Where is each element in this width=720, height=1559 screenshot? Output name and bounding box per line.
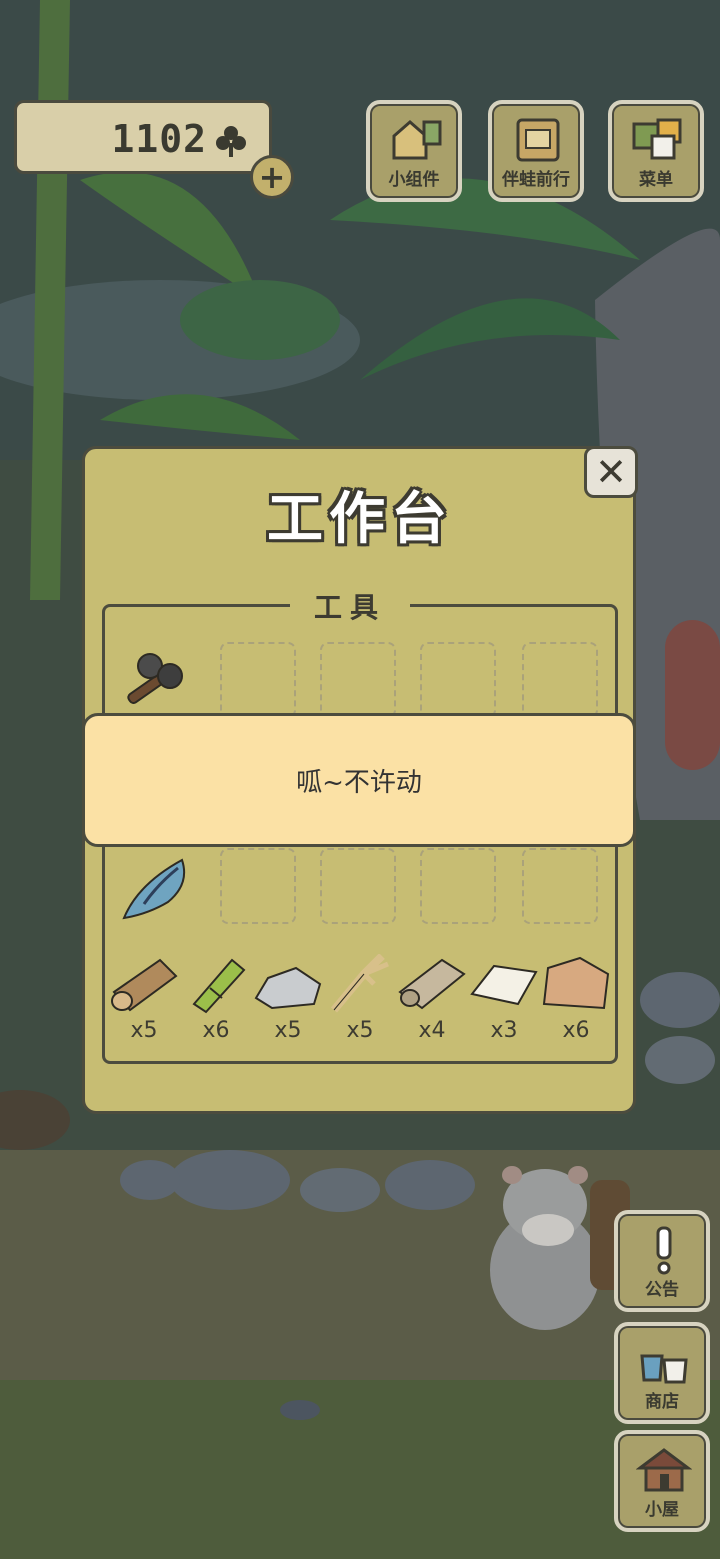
clay-icon — [542, 956, 610, 1010]
close-button[interactable]: ✕ — [584, 446, 638, 498]
widget-button[interactable]: 小组件 — [366, 100, 462, 202]
widget-icon — [392, 120, 442, 160]
wood-log-icon — [111, 958, 178, 1012]
house-button-label: 小屋 — [645, 1500, 679, 1520]
tool-slot[interactable] — [522, 642, 598, 718]
material-straw[interactable]: x5 — [324, 954, 396, 1043]
add-clover-button[interactable]: + — [250, 155, 294, 199]
stone-icon — [254, 966, 322, 1010]
material-wood-log[interactable]: x5 — [108, 954, 180, 1043]
material-count: x4 — [418, 1018, 446, 1043]
toast-text: 呱~不许动 — [296, 767, 422, 798]
announcement-button[interactable]: 公告 — [614, 1210, 710, 1312]
clover-currency-display: 1102 — [14, 100, 272, 174]
menu-button[interactable]: 菜单 — [608, 100, 704, 202]
material-count: x6 — [562, 1018, 590, 1043]
material-count: x5 — [346, 1018, 374, 1043]
widget-button-label: 小组件 — [388, 170, 440, 190]
shop-bags-icon — [640, 1354, 688, 1384]
shop-button[interactable]: 商店 — [614, 1322, 710, 1424]
toast-message: 呱~不许动 — [82, 713, 636, 847]
conch-shell-icon[interactable] — [118, 854, 194, 924]
menu-icon — [632, 118, 682, 160]
material-count: x3 — [490, 1018, 518, 1043]
house-button[interactable]: 小屋 — [614, 1430, 710, 1532]
material-cloth[interactable]: x4 — [396, 954, 468, 1043]
stone-axe-icon[interactable] — [118, 648, 194, 716]
shop-button-label: 商店 — [645, 1392, 679, 1412]
tool-slot[interactable] — [420, 848, 496, 924]
tools-section-label: 工具 — [290, 586, 410, 626]
material-clay[interactable]: x6 — [540, 954, 612, 1043]
material-count: x6 — [202, 1018, 230, 1043]
straw-icon — [330, 954, 389, 1013]
bamboo-icon — [192, 958, 246, 1014]
exclamation-icon — [656, 1226, 672, 1275]
journal-icon — [516, 118, 560, 162]
tool-slot[interactable] — [220, 642, 296, 718]
journey-button[interactable]: 伴蛙前行 — [488, 100, 584, 202]
material-count: x5 — [130, 1018, 158, 1043]
material-paper[interactable]: x3 — [468, 954, 540, 1043]
plus-icon: + — [258, 158, 286, 196]
clover-count: 1102 — [111, 117, 207, 161]
tool-slot[interactable] — [320, 848, 396, 924]
tool-slot[interactable] — [522, 848, 598, 924]
paper-icon — [470, 964, 538, 1006]
material-bamboo[interactable]: x6 — [180, 954, 252, 1043]
cloth-icon — [398, 958, 466, 1010]
tool-slot[interactable] — [420, 642, 496, 718]
tool-slot[interactable] — [320, 642, 396, 718]
close-icon: ✕ — [595, 450, 627, 494]
menu-button-label: 菜单 — [639, 170, 673, 190]
material-count: x5 — [274, 1018, 302, 1043]
house-icon — [636, 1448, 692, 1492]
journey-button-label: 伴蛙前行 — [502, 170, 570, 190]
tool-slot[interactable] — [220, 848, 296, 924]
material-stone[interactable]: x5 — [252, 954, 324, 1043]
clover-icon — [216, 126, 246, 157]
announcement-button-label: 公告 — [645, 1280, 679, 1300]
